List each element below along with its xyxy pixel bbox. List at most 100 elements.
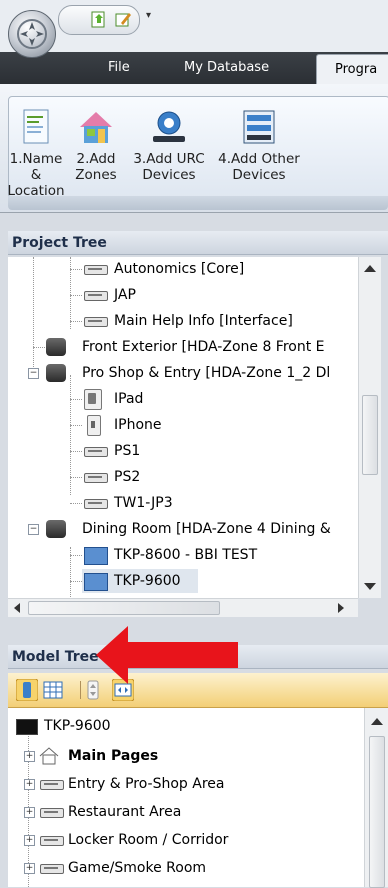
tree-line (70, 399, 82, 400)
tree-item-label: Front Exterior [HDA-Zone 8 Front E (82, 339, 325, 355)
tree-item-label: Main Help Info [Interface] (114, 313, 293, 329)
tree-item[interactable]: + Game/Smoke Room (8, 856, 348, 880)
grid-view-icon[interactable] (42, 679, 64, 701)
tree-item-label: PS2 (114, 469, 141, 485)
scroll-up-icon[interactable] (364, 265, 376, 272)
remote-icon (40, 808, 64, 818)
tree-item[interactable]: TKP-8600 - BBI TEST (8, 543, 358, 567)
tree-item-label: TKP-9600 (114, 573, 181, 589)
add-urc-line1: 3.Add URC (133, 151, 205, 167)
add-zones-line2: Zones (75, 167, 117, 183)
tree-item[interactable]: Front Exterior [HDA-Zone 8 Front E (8, 335, 358, 359)
tree-item-selected[interactable]: TKP-9600 (70, 569, 198, 593)
tab-program[interactable]: Progra (316, 54, 388, 86)
tree-line (70, 321, 82, 322)
tree-item-label: IPhone (114, 417, 162, 433)
add-zones-button[interactable]: 2.Add Zones (67, 97, 125, 183)
tree-item[interactable]: IPad (8, 387, 358, 411)
collapse-icon[interactable]: − (28, 368, 39, 379)
document-icon (23, 109, 49, 144)
add-urc-devices-button[interactable]: 3.Add URC Devices (123, 97, 215, 183)
tree-item-label: Locker Room / Corridor (68, 832, 229, 848)
tree-item[interactable]: Main Help Info [Interface] (8, 309, 358, 333)
tree-item[interactable]: PS2 (8, 465, 358, 489)
tree-line (33, 347, 45, 348)
tree-item-label: Restaurant Area (68, 804, 182, 820)
tree-item[interactable]: + Locker Room / Corridor (8, 828, 348, 852)
tree-item-label: Main Pages (68, 748, 159, 764)
new-project-icon[interactable] (89, 9, 109, 29)
tree-line (70, 555, 82, 556)
tree-item-label: TW1-JP3 (114, 495, 173, 511)
application-orb-button[interactable] (8, 10, 56, 58)
scroll-thumb[interactable] (362, 395, 378, 475)
add-zones-line1: 2.Add (76, 151, 116, 167)
collapse-icon[interactable]: − (28, 524, 39, 535)
scroll-right-icon[interactable] (338, 603, 344, 613)
device-screen-icon (16, 719, 38, 735)
tree-item[interactable]: IPhone (8, 413, 358, 437)
project-tree-header: Project Tree (8, 231, 388, 255)
tree-item[interactable]: Autonomics [Core] (8, 257, 358, 281)
project-tree: Autonomics [Core] JAP Main Help Info [In… (8, 257, 358, 598)
expand-icon[interactable]: + (24, 779, 35, 790)
scroll-left-icon[interactable] (14, 603, 20, 613)
tree-item[interactable]: + Main Pages (8, 744, 348, 768)
ribbon-group: 1.Name & Location 2.Add Zones 3.Add URC … (5, 96, 388, 199)
scroll-up-icon[interactable] (371, 718, 383, 725)
tree-line (70, 477, 82, 478)
tree-line (70, 451, 82, 452)
tree-item[interactable]: TW1-JP3 (8, 491, 358, 515)
tree-item-label: IPad (114, 391, 144, 407)
tree-item-label: Entry & Pro-Shop Area (68, 776, 225, 792)
tree-item[interactable]: − Dining Room [HDA-Zone 4 Dining & (8, 517, 358, 541)
room-icon (46, 338, 66, 356)
add-other-devices-button[interactable]: 4.Add Other Devices (213, 97, 305, 183)
tab-file[interactable]: File (108, 52, 130, 84)
room-icon (46, 364, 66, 382)
scroll-thumb[interactable] (369, 736, 385, 888)
tree-root[interactable]: TKP-9600 (14, 714, 354, 738)
urc-device-icon (153, 111, 185, 142)
remote-view-icon[interactable] (16, 679, 38, 701)
add-other-line2: Devices (232, 167, 286, 183)
tree-item[interactable]: JAP (8, 283, 358, 307)
remote-icon (84, 265, 108, 275)
tree-item[interactable]: + Restaurant Area (8, 800, 348, 824)
tree-item[interactable]: − Pro Shop & Entry [HDA-Zone 1_2 Dl (8, 361, 358, 385)
add-urc-line2: Devices (142, 167, 196, 183)
home-icon (39, 747, 59, 765)
ribbon-tabs: File My Database Progra (0, 52, 388, 86)
tree-item[interactable]: PS1 (8, 439, 358, 463)
expand-icon[interactable]: + (24, 863, 35, 874)
edit-project-icon[interactable] (113, 9, 133, 29)
annotation-arrow-icon (96, 626, 238, 684)
quick-access-toolbar (58, 5, 140, 35)
expand-icon[interactable]: + (24, 807, 35, 818)
tkp-icon (84, 573, 108, 591)
tree-line (70, 425, 82, 426)
remote-icon (84, 499, 108, 509)
tree-line (70, 295, 82, 296)
name-location-line1: 1.Name & (9, 151, 63, 183)
tkp-icon (84, 547, 108, 565)
name-location-button[interactable]: 1.Name & Location (5, 97, 67, 199)
rack-device-icon (243, 110, 275, 144)
model-tree-vertical-scrollbar[interactable] (364, 708, 388, 888)
remote-icon (84, 291, 108, 301)
scroll-thumb[interactable] (28, 601, 220, 615)
expand-icon[interactable]: + (24, 751, 35, 762)
ribbon-group-footer (8, 196, 388, 210)
project-tree-horizontal-scrollbar[interactable] (8, 598, 358, 617)
tab-my-database[interactable]: My Database (184, 52, 269, 84)
tree-item-label: TKP-9600 (44, 718, 111, 734)
customize-quick-access-dropdown[interactable]: ▾ (146, 10, 151, 21)
model-tree: TKP-9600 + Main Pages + Entry & Pro-Shop… (8, 708, 364, 887)
room-icon (46, 520, 66, 538)
project-tree-vertical-scrollbar[interactable] (358, 257, 381, 598)
remote-icon (84, 447, 108, 457)
expand-icon[interactable]: + (24, 835, 35, 846)
tree-item[interactable]: + Entry & Pro-Shop Area (8, 772, 348, 796)
tree-line (70, 269, 82, 270)
scroll-down-icon[interactable] (364, 583, 376, 590)
